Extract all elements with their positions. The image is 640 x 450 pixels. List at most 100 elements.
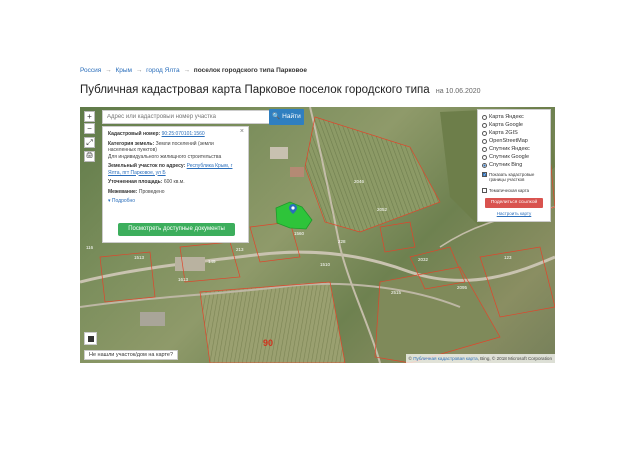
radio-icon <box>482 114 487 120</box>
radio-icon <box>482 122 487 128</box>
area-row: Уточненная площадь: 600 кв.м. <box>108 179 243 186</box>
print-icon: 🖨 <box>85 153 94 159</box>
address-row: Земельный участок по адресу: Республика … <box>108 163 243 176</box>
copyright-icon: © <box>408 356 412 361</box>
breadcrumb-separator: → <box>183 67 190 74</box>
breadcrumb-russia[interactable]: Россия <box>80 67 101 74</box>
category-label: Категория земель: <box>108 140 155 147</box>
vineyard-field <box>200 282 345 363</box>
page-date: на 10.06.2020 <box>435 88 481 95</box>
radio-icon <box>482 154 487 160</box>
share-link-button[interactable]: Поделиться ссылкой <box>485 198 543 208</box>
close-icon[interactable]: × <box>240 128 244 136</box>
parcel-info-popup: × Кадастровый номер: 90:25:070101:1560 К… <box>102 126 249 243</box>
layer-option-yandex-map[interactable]: Карта Яндекс <box>482 113 546 121</box>
thematic-label: Тематическая карта <box>489 187 530 193</box>
layer-option-google-map[interactable]: Карта Google <box>482 121 546 129</box>
thematic-map-toggle[interactable]: Тематическая карта <box>482 186 546 194</box>
layer-label: Спутник Google <box>489 154 529 160</box>
layer-label: OpenStreetMap <box>489 138 528 144</box>
zoom-in-icon: + <box>87 112 92 121</box>
radio-icon <box>482 138 487 144</box>
page-title: Публичная кадастровая карта Парковое пос… <box>80 84 481 96</box>
parcel-label: 2052 <box>377 207 388 212</box>
page-title-text: Публичная кадастровая карта Парковое пос… <box>80 84 430 96</box>
search-button[interactable]: 🔍 Найти <box>269 109 304 125</box>
parcel-label: 1613 <box>178 277 189 282</box>
attribution-link[interactable]: Публичная кадастровая карта <box>413 356 477 361</box>
parcel-label: 2095 <box>457 285 468 290</box>
area-value: 600 кв.м. <box>163 179 185 185</box>
parcel-label: 1560 <box>294 231 305 236</box>
breadcrumb-separator: → <box>135 67 143 74</box>
map-layers-panel: Карта Яндекс Карта Google Карта 2GIS Ope… <box>477 109 551 222</box>
legend-icon <box>88 336 94 342</box>
parcel-label: 116 <box>86 245 94 250</box>
parcel-label: 2515 <box>391 290 402 295</box>
not-found-link[interactable]: Не нашли участок/дом на карте? <box>84 350 179 360</box>
search-icon: 🔍 <box>272 113 281 120</box>
breadcrumb-current: поселок городского типа Парковое <box>193 67 307 74</box>
field <box>375 267 500 363</box>
parcel-label: 2032 <box>418 257 429 262</box>
layer-option-yandex-satellite[interactable]: Спутник Яндекс <box>482 145 546 153</box>
parcel-label: 2046 <box>354 179 365 184</box>
attribution-text: , Bing, © 2018 Microsoft Corporation <box>477 356 552 361</box>
configure-map-link[interactable]: Настроить карту <box>482 211 546 216</box>
layer-label: Спутник Яндекс <box>489 146 530 152</box>
parcel-label: 213 <box>236 247 244 252</box>
parcel-label: 1510 <box>320 262 331 267</box>
view-documents-button[interactable]: Посмотреть доступные документы <box>118 223 235 236</box>
cadastral-number-row: Кадастровый номер: 90:25:070101:1560 <box>108 131 243 138</box>
fullscreen-icon: ⤢ <box>86 138 93 147</box>
category-row: Категория земель: Земли поселений (земли… <box>108 141 243 161</box>
layer-option-google-satellite[interactable]: Спутник Google <box>482 153 546 161</box>
layer-label: Карта 2GIS <box>489 130 518 136</box>
breadcrumb-yalta[interactable]: город Ялта <box>146 67 180 74</box>
parcel-label: 123 <box>504 255 512 260</box>
usage-value: Для индивидуального жилищного строительс… <box>108 153 222 160</box>
breadcrumb-crimea[interactable]: Крым <box>115 67 132 74</box>
cadastral-number-label: Кадастровый номер: <box>108 131 161 137</box>
layer-label: Карта Яндекс <box>489 114 524 120</box>
fullscreen-button[interactable]: ⤢ <box>84 137 95 148</box>
breadcrumb: Россия → Крым → город Ялта → поселок гор… <box>80 67 307 74</box>
layer-label: Карта Google <box>489 122 523 128</box>
layer-label: Спутник Bing <box>489 162 523 168</box>
parcel-label: 228 <box>338 239 346 244</box>
checkbox-checked-icon: ✓ <box>482 172 487 177</box>
building <box>140 312 165 326</box>
building <box>175 257 205 271</box>
search-button-label: Найти <box>282 113 301 120</box>
map-attribution: © Публичная кадастровая карта, Bing, © 2… <box>405 354 555 363</box>
radio-icon <box>482 130 487 136</box>
zoom-out-button[interactable]: − <box>84 123 95 134</box>
show-borders-label: Показать кадастровые границы участков <box>489 172 535 182</box>
search-input[interactable] <box>102 110 270 124</box>
parcel-label: 1513 <box>134 255 145 260</box>
cadastral-number-link[interactable]: 90:25:070101:1560 <box>162 131 205 137</box>
radio-selected-icon <box>482 162 487 168</box>
layer-option-osm[interactable]: OpenStreetMap <box>482 137 546 145</box>
area-label: Уточненная площадь: <box>108 179 163 185</box>
parcel-block-label: 90 <box>263 338 274 348</box>
zoom-out-icon: − <box>87 124 92 133</box>
map-pin-icon <box>289 204 297 214</box>
radio-icon <box>482 146 487 152</box>
layer-option-bing-satellite[interactable]: Спутник Bing <box>482 161 546 169</box>
parcel-label: 149 <box>208 259 216 264</box>
legend-button[interactable] <box>84 332 97 345</box>
details-toggle[interactable]: ▾ Подробно <box>108 198 243 205</box>
survey-row: Межевание: Проведено <box>108 189 243 196</box>
building <box>270 147 288 159</box>
building <box>290 167 304 177</box>
layer-option-2gis[interactable]: Карта 2GIS <box>482 129 546 137</box>
survey-label: Межевание: <box>108 188 138 195</box>
show-borders-toggle[interactable]: ✓ Показать кадастровые границы участков <box>482 172 546 186</box>
survey-value: Проведено <box>138 188 165 195</box>
breadcrumb-separator: → <box>105 67 112 74</box>
cadastral-map[interactable]: 2046 2052 1613 228 2032 2515 1510 2095 1… <box>80 107 555 363</box>
print-button[interactable]: 🖨 <box>84 151 95 162</box>
zoom-in-button[interactable]: + <box>84 111 95 122</box>
address-label: Земельный участок по адресу: <box>108 163 186 169</box>
